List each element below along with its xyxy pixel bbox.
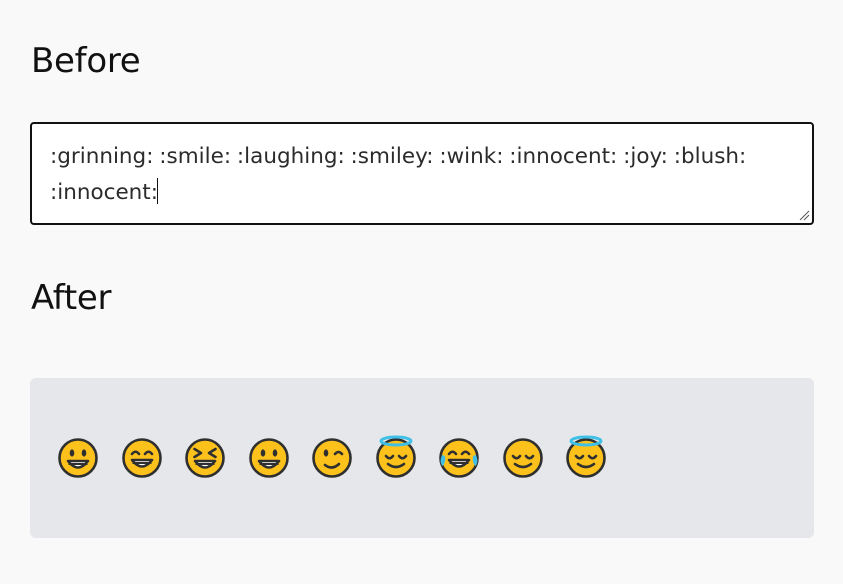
emoji-row [56,435,608,479]
smile-emoji-icon [121,438,162,478]
laughing-emoji-icon [185,438,225,478]
blush-emoji-icon [502,438,543,478]
page: Before :grinning: :smile: :laughing: :sm… [0,0,843,584]
wink-emoji-icon [312,438,352,478]
smiley-emoji-icon [248,438,289,478]
text-caret [156,178,158,204]
emoji-shortcode-textarea[interactable]: :grinning: :smile: :laughing: :smiley: :… [30,122,814,225]
editor-line-2: :innocent: [50,180,158,205]
resize-grip-icon[interactable] [798,209,810,221]
before-heading: Before [31,41,141,81]
innocent-emoji-icon [375,435,416,478]
emoji-output-panel [30,378,814,538]
grinning-emoji-icon [58,438,98,478]
innocent-emoji-icon [566,435,606,478]
editor-line-1: :grinning: :smile: :laughing: :smiley: :… [50,144,747,169]
joy-emoji-icon [439,438,479,478]
after-heading: After [31,278,112,318]
